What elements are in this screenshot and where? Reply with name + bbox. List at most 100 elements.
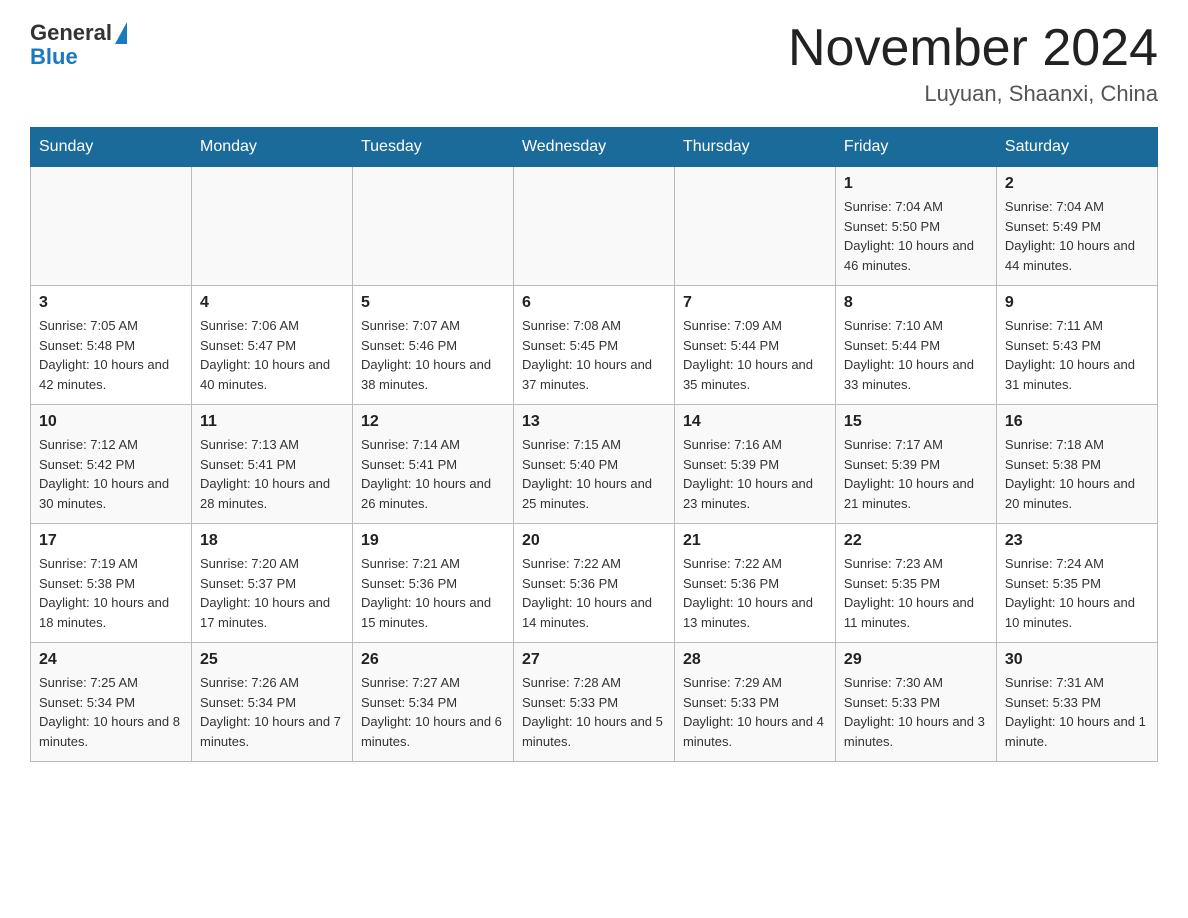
- logo-general-text: General: [30, 20, 112, 46]
- day-number: 26: [361, 651, 505, 669]
- month-year-title: November 2024: [788, 20, 1158, 77]
- logo: General Blue: [30, 20, 127, 68]
- day-info: Sunrise: 7:29 AMSunset: 5:33 PMDaylight:…: [683, 673, 827, 751]
- day-number: 23: [1005, 532, 1149, 550]
- day-number: 17: [39, 532, 183, 550]
- day-info: Sunrise: 7:28 AMSunset: 5:33 PMDaylight:…: [522, 673, 666, 751]
- calendar-cell: 14 Sunrise: 7:16 AMSunset: 5:39 PMDayligh…: [674, 405, 835, 524]
- calendar-cell: 12 Sunrise: 7:14 AMSunset: 5:41 PMDayligh…: [352, 405, 513, 524]
- calendar-cell: 9 Sunrise: 7:11 AMSunset: 5:43 PMDaylight…: [996, 286, 1157, 405]
- day-info: Sunrise: 7:25 AMSunset: 5:34 PMDaylight:…: [39, 673, 183, 751]
- day-info: Sunrise: 7:04 AMSunset: 5:50 PMDaylight:…: [844, 197, 988, 275]
- day-info: Sunrise: 7:22 AMSunset: 5:36 PMDaylight:…: [522, 554, 666, 632]
- day-info: Sunrise: 7:15 AMSunset: 5:40 PMDaylight:…: [522, 435, 666, 513]
- calendar-cell: [513, 167, 674, 286]
- day-number: 13: [522, 413, 666, 431]
- day-info: Sunrise: 7:14 AMSunset: 5:41 PMDaylight:…: [361, 435, 505, 513]
- day-number: 11: [200, 413, 344, 431]
- day-number: 2: [1005, 175, 1149, 193]
- day-info: Sunrise: 7:21 AMSunset: 5:36 PMDaylight:…: [361, 554, 505, 632]
- calendar-cell: 10 Sunrise: 7:12 AMSunset: 5:42 PMDayligh…: [31, 405, 192, 524]
- day-info: Sunrise: 7:09 AMSunset: 5:44 PMDaylight:…: [683, 316, 827, 394]
- day-info: Sunrise: 7:19 AMSunset: 5:38 PMDaylight:…: [39, 554, 183, 632]
- calendar-cell: 3Sunrise: 7:05 AMSunset: 5:48 PMDaylight…: [31, 286, 192, 405]
- calendar-cell: 23 Sunrise: 7:24 AMSunset: 5:35 PMDayligh…: [996, 524, 1157, 643]
- calendar-cell: 27 Sunrise: 7:28 AMSunset: 5:33 PMDayligh…: [513, 643, 674, 762]
- day-number: 10: [39, 413, 183, 431]
- page-header: General Blue November 2024 Luyuan, Shaan…: [30, 20, 1158, 107]
- calendar-cell: [674, 167, 835, 286]
- calendar-table: SundayMondayTuesdayWednesdayThursdayFrid…: [30, 127, 1158, 762]
- weekday-header-row: SundayMondayTuesdayWednesdayThursdayFrid…: [31, 128, 1158, 167]
- day-number: 18: [200, 532, 344, 550]
- day-info: Sunrise: 7:30 AMSunset: 5:33 PMDaylight:…: [844, 673, 988, 751]
- calendar-cell: 19 Sunrise: 7:21 AMSunset: 5:36 PMDayligh…: [352, 524, 513, 643]
- day-info: Sunrise: 7:04 AMSunset: 5:49 PMDaylight:…: [1005, 197, 1149, 275]
- title-area: November 2024 Luyuan, Shaanxi, China: [788, 20, 1158, 107]
- day-number: 15: [844, 413, 988, 431]
- day-number: 22: [844, 532, 988, 550]
- day-number: 25: [200, 651, 344, 669]
- week-row-2: 3Sunrise: 7:05 AMSunset: 5:48 PMDaylight…: [31, 286, 1158, 405]
- calendar-cell: [191, 167, 352, 286]
- calendar-cell: 30Sunrise: 7:31 AMSunset: 5:33 PMDayligh…: [996, 643, 1157, 762]
- calendar-cell: 5 Sunrise: 7:07 AMSunset: 5:46 PMDaylight…: [352, 286, 513, 405]
- day-number: 7: [683, 294, 827, 312]
- calendar-cell: 1 Sunrise: 7:04 AMSunset: 5:50 PMDaylight…: [835, 167, 996, 286]
- calendar-cell: 11 Sunrise: 7:13 AMSunset: 5:41 PMDayligh…: [191, 405, 352, 524]
- day-number: 28: [683, 651, 827, 669]
- location-subtitle: Luyuan, Shaanxi, China: [788, 81, 1158, 107]
- day-info: Sunrise: 7:17 AMSunset: 5:39 PMDaylight:…: [844, 435, 988, 513]
- day-info: Sunrise: 7:26 AMSunset: 5:34 PMDaylight:…: [200, 673, 344, 751]
- day-info: Sunrise: 7:10 AMSunset: 5:44 PMDaylight:…: [844, 316, 988, 394]
- day-number: 1: [844, 175, 988, 193]
- day-number: 14: [683, 413, 827, 431]
- day-number: 30: [1005, 651, 1149, 669]
- calendar-cell: 15 Sunrise: 7:17 AMSunset: 5:39 PMDayligh…: [835, 405, 996, 524]
- calendar-cell: 18 Sunrise: 7:20 AMSunset: 5:37 PMDayligh…: [191, 524, 352, 643]
- logo-triangle-icon: [115, 22, 127, 44]
- day-info: Sunrise: 7:12 AMSunset: 5:42 PMDaylight:…: [39, 435, 183, 513]
- week-row-1: 1 Sunrise: 7:04 AMSunset: 5:50 PMDaylight…: [31, 167, 1158, 286]
- day-number: 6: [522, 294, 666, 312]
- weekday-header-monday: Monday: [191, 128, 352, 167]
- day-info: Sunrise: 7:23 AMSunset: 5:35 PMDaylight:…: [844, 554, 988, 632]
- calendar-cell: 21Sunrise: 7:22 AMSunset: 5:36 PMDayligh…: [674, 524, 835, 643]
- day-info: Sunrise: 7:22 AMSunset: 5:36 PMDaylight:…: [683, 554, 827, 632]
- day-number: 27: [522, 651, 666, 669]
- calendar-cell: 22 Sunrise: 7:23 AMSunset: 5:35 PMDayligh…: [835, 524, 996, 643]
- weekday-header-thursday: Thursday: [674, 128, 835, 167]
- day-number: 12: [361, 413, 505, 431]
- day-info: Sunrise: 7:11 AMSunset: 5:43 PMDaylight:…: [1005, 316, 1149, 394]
- day-info: Sunrise: 7:13 AMSunset: 5:41 PMDaylight:…: [200, 435, 344, 513]
- day-info: Sunrise: 7:24 AMSunset: 5:35 PMDaylight:…: [1005, 554, 1149, 632]
- day-number: 29: [844, 651, 988, 669]
- day-info: Sunrise: 7:16 AMSunset: 5:39 PMDaylight:…: [683, 435, 827, 513]
- week-row-5: 24 Sunrise: 7:25 AMSunset: 5:34 PMDayligh…: [31, 643, 1158, 762]
- calendar-cell: 4Sunrise: 7:06 AMSunset: 5:47 PMDaylight…: [191, 286, 352, 405]
- day-number: 8: [844, 294, 988, 312]
- calendar-cell: 13 Sunrise: 7:15 AMSunset: 5:40 PMDayligh…: [513, 405, 674, 524]
- weekday-header-wednesday: Wednesday: [513, 128, 674, 167]
- calendar-cell: 2 Sunrise: 7:04 AMSunset: 5:49 PMDaylight…: [996, 167, 1157, 286]
- day-number: 20: [522, 532, 666, 550]
- day-info: Sunrise: 7:08 AMSunset: 5:45 PMDaylight:…: [522, 316, 666, 394]
- day-info: Sunrise: 7:05 AMSunset: 5:48 PMDaylight:…: [39, 316, 183, 394]
- weekday-header-tuesday: Tuesday: [352, 128, 513, 167]
- calendar-cell: 6 Sunrise: 7:08 AMSunset: 5:45 PMDaylight…: [513, 286, 674, 405]
- day-number: 19: [361, 532, 505, 550]
- day-number: 9: [1005, 294, 1149, 312]
- calendar-cell: 28 Sunrise: 7:29 AMSunset: 5:33 PMDayligh…: [674, 643, 835, 762]
- calendar-cell: 26Sunrise: 7:27 AMSunset: 5:34 PMDayligh…: [352, 643, 513, 762]
- day-number: 24: [39, 651, 183, 669]
- calendar-cell: [352, 167, 513, 286]
- day-number: 5: [361, 294, 505, 312]
- calendar-cell: 20 Sunrise: 7:22 AMSunset: 5:36 PMDayligh…: [513, 524, 674, 643]
- day-number: 4: [200, 294, 344, 312]
- weekday-header-sunday: Sunday: [31, 128, 192, 167]
- weekday-header-saturday: Saturday: [996, 128, 1157, 167]
- day-info: Sunrise: 7:07 AMSunset: 5:46 PMDaylight:…: [361, 316, 505, 394]
- calendar-cell: 8 Sunrise: 7:10 AMSunset: 5:44 PMDaylight…: [835, 286, 996, 405]
- day-info: Sunrise: 7:20 AMSunset: 5:37 PMDaylight:…: [200, 554, 344, 632]
- logo-blue-text: Blue: [30, 46, 78, 68]
